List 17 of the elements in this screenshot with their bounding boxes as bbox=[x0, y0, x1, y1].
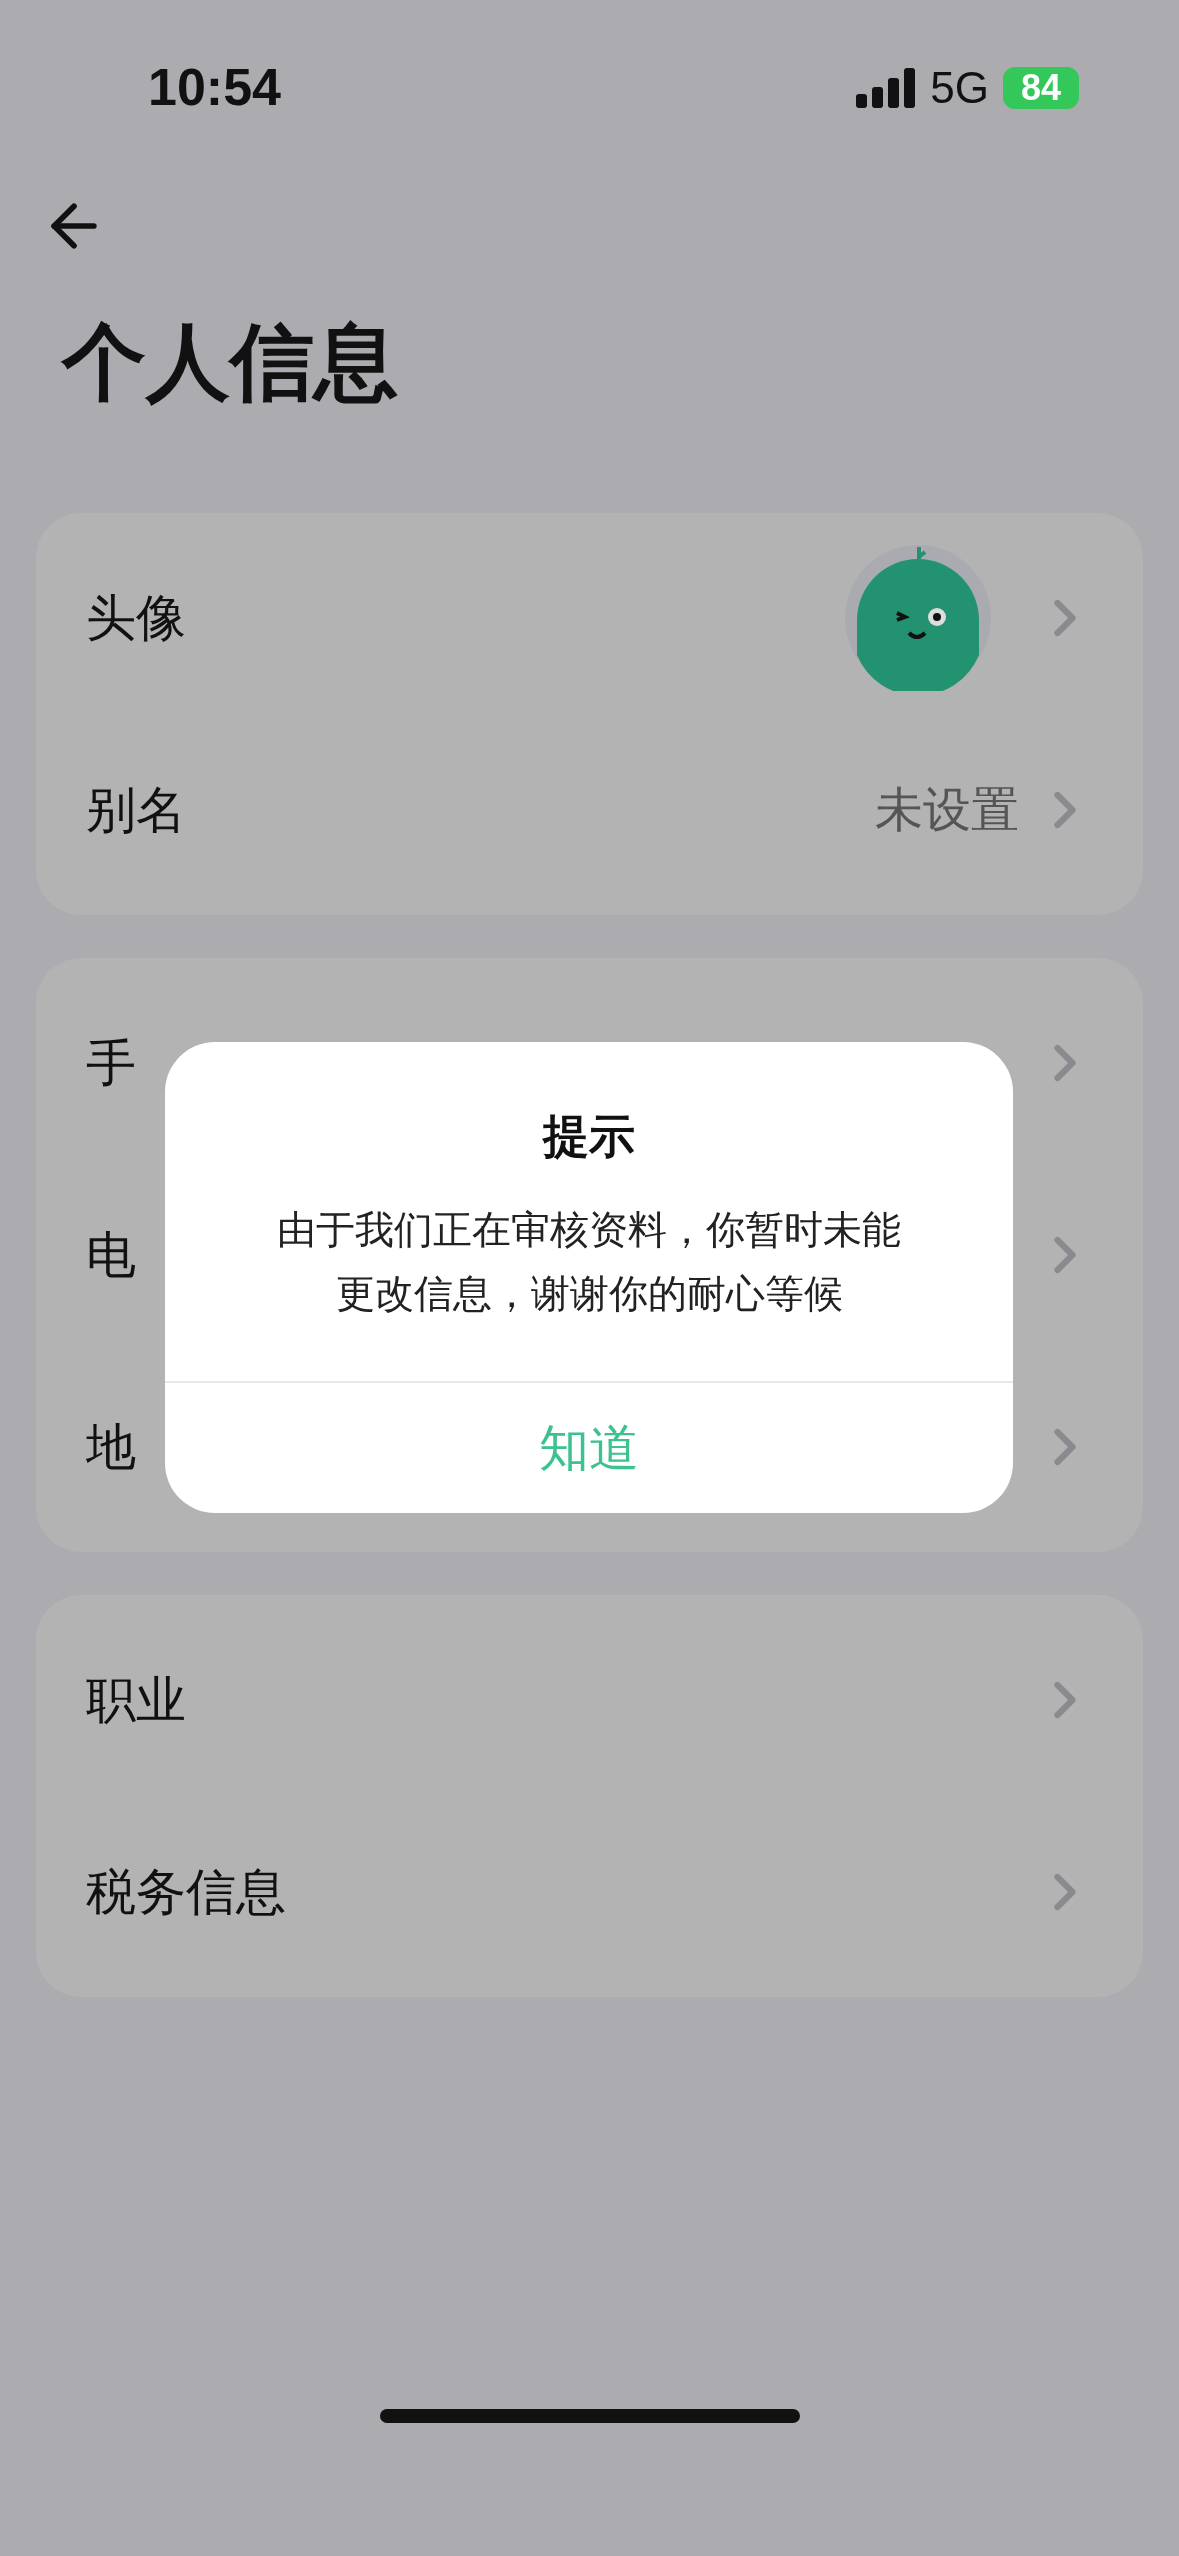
dialog-message: 由于我们正在审核资料，你暂时未能 更改信息，谢谢你的耐心等候 bbox=[277, 1206, 901, 1318]
network-label: 5G bbox=[930, 63, 989, 113]
row-label: 别名 bbox=[86, 779, 186, 841]
row-label: 职业 bbox=[86, 1669, 186, 1731]
row-value: 未设置 bbox=[875, 780, 1019, 839]
avatar-icon bbox=[845, 545, 991, 691]
signal-icon bbox=[856, 68, 917, 108]
confirm-button[interactable]: 知道 bbox=[165, 1383, 1013, 1513]
row-label: 手 bbox=[86, 1032, 136, 1094]
row-label: 头像 bbox=[86, 587, 186, 649]
status-time: 10:54 bbox=[148, 57, 281, 117]
row-label: 电 bbox=[86, 1224, 136, 1286]
battery-level: 84 bbox=[1003, 67, 1079, 109]
row-label: 税务信息 bbox=[86, 1861, 286, 1923]
page-title: 个人信息 bbox=[62, 312, 399, 412]
row-label: 地 bbox=[86, 1416, 136, 1478]
dialog-title: 提示 bbox=[543, 1108, 635, 1164]
